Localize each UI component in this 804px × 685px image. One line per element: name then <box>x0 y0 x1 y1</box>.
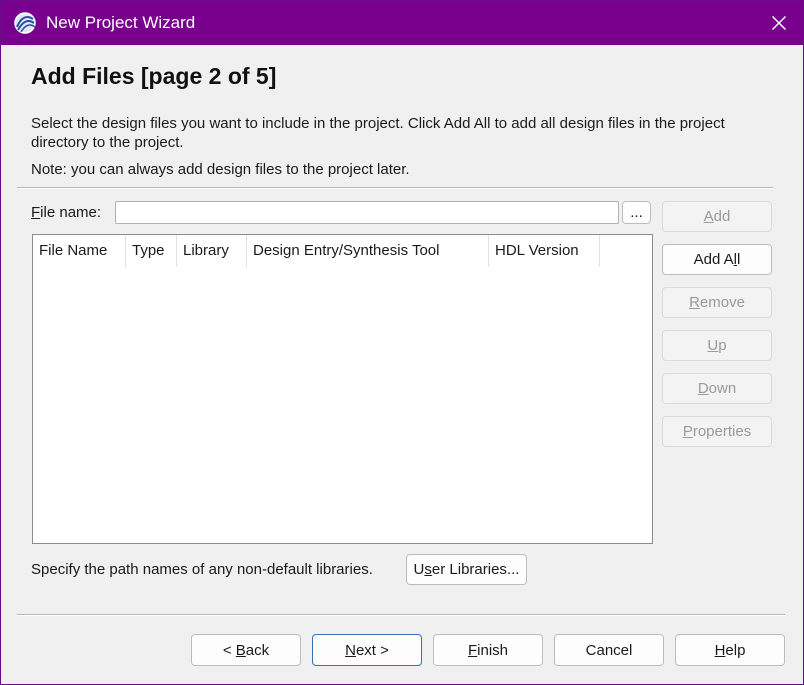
page-heading: Add Files [page 2 of 5] <box>31 63 277 89</box>
up-button[interactable]: Up <box>662 330 772 361</box>
down-button[interactable]: Down <box>662 373 772 404</box>
title-bar: New Project Wizard <box>1 1 803 45</box>
column-header-design-entry-tool[interactable]: Design Entry/Synthesis Tool <box>247 235 489 267</box>
close-icon <box>771 15 787 31</box>
file-name-input[interactable] <box>115 201 619 224</box>
quartus-app-icon <box>13 11 37 35</box>
column-header-library[interactable]: Library <box>177 235 247 267</box>
column-header-type[interactable]: Type <box>126 235 177 267</box>
finish-button[interactable]: Finish <box>433 634 543 666</box>
remove-button[interactable]: Remove <box>662 287 772 318</box>
page-note: Note: you can always add design files to… <box>31 161 410 178</box>
column-header-hdl-version[interactable]: HDL Version <box>489 235 600 267</box>
files-table[interactable]: File Name Type Library Design Entry/Synt… <box>32 234 653 544</box>
header-separator <box>17 187 773 189</box>
column-header-file-name[interactable]: File Name <box>33 235 126 267</box>
window-title: New Project Wizard <box>46 13 196 32</box>
help-button[interactable]: Help <box>675 634 785 666</box>
next-button[interactable]: Next > <box>312 634 422 666</box>
back-button[interactable]: < Back <box>191 634 301 666</box>
page-description: Select the design files you want to incl… <box>31 115 725 151</box>
add-button[interactable]: Add <box>662 201 772 232</box>
properties-button[interactable]: Properties <box>662 416 772 447</box>
cancel-button[interactable]: Cancel <box>554 634 664 666</box>
browse-button[interactable]: ... <box>622 201 651 224</box>
wizard-window: New Project Wizard Add Files [page 2 of … <box>0 0 804 685</box>
footer-separator <box>17 614 785 616</box>
user-libraries-button[interactable]: Us er Libraries... <box>406 554 527 585</box>
add-all-button[interactable]: Add All <box>662 244 772 275</box>
file-name-label: File name: <box>31 204 102 221</box>
libraries-text: Specify the path names of any non-defaul… <box>31 561 373 578</box>
close-button[interactable] <box>755 1 803 45</box>
